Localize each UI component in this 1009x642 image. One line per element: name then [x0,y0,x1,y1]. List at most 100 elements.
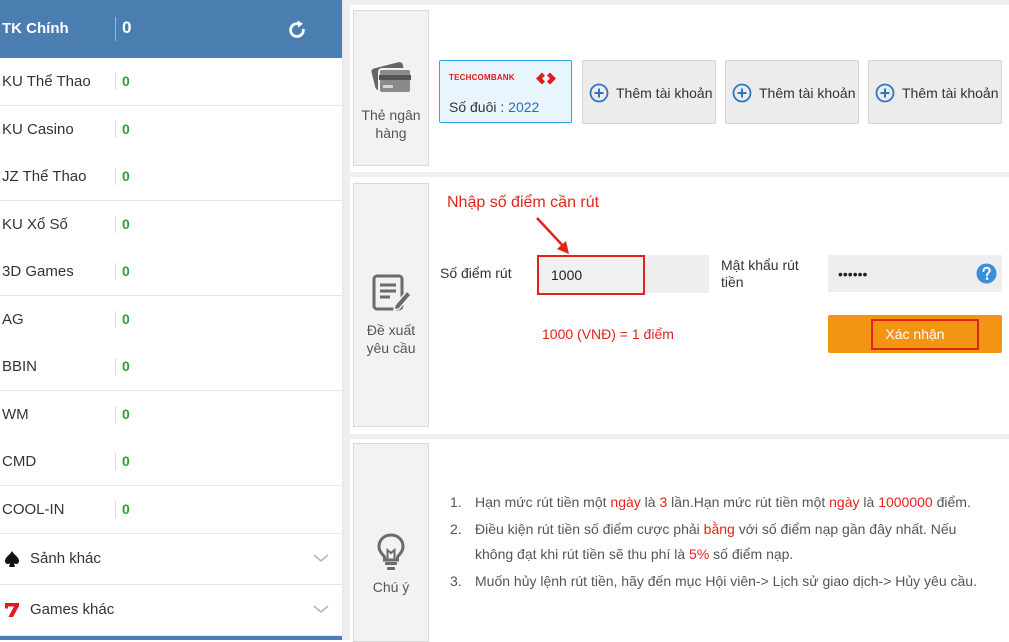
notes-section-header: Chú ý [353,443,429,642]
sidebar-item-jz-the-thao[interactable]: JZ Thể Thao 0 [0,153,342,201]
bank-section-label-2: hàng [375,125,407,141]
bank-suffix-label: Số đuôi : [449,99,505,115]
add-account-label: Thêm tài khoản [759,85,856,101]
account-balance: 0 [122,453,130,469]
account-name: 3D Games [2,263,74,280]
note-item: 3. Muốn hủy lệnh rút tiền, hãy đến mục Hộ… [450,569,990,594]
chevron-down-icon[interactable] [312,552,330,564]
note-number: 1. [450,494,462,510]
divider [115,501,116,518]
note-text: Điều kiện rút tiền số điểm cược phải [475,521,704,537]
sidebar-item-ag[interactable]: AG 0 [0,296,342,344]
note-text: điểm. [932,494,971,510]
sidebar-item-ku-the-thao[interactable]: KU Thể Thao 0 [0,58,342,106]
bank-suffix-value: 2022 [508,99,540,115]
account-name: KU Xổ Số [2,216,68,233]
divider [115,216,116,233]
account-balance: 0 [122,311,130,327]
withdraw-hint-annotation: Nhập số điểm cần rút [447,194,600,211]
bank-card-techcombank[interactable]: TECHCOMBANK Số đuôi : 2022 [439,60,572,123]
sidebar-item-ku-casino[interactable]: KU Casino 0 [0,106,342,154]
account-name: KU Casino [2,121,74,138]
note-item: 1. Hạn mức rút tiền một ngày là 3 lần.Hạn… [450,490,990,515]
refresh-icon[interactable] [286,19,308,41]
account-name: JZ Thể Thao [2,168,87,185]
sidebar-item-wm[interactable]: WM 0 [0,391,342,439]
notes-list: 1. Hạn mức rút tiền một ngày là 3 lần.Hạn… [450,490,990,596]
password-label-line-1: Mật khẩu rút [721,257,799,273]
account-balance: 0 [122,501,130,517]
account-balance: 0 [122,358,130,374]
sidebar-bottom-bar [0,636,342,640]
lucky-seven-icon [5,603,19,617]
sidebar-item-ku-xo-so[interactable]: KU Xổ Số 0 [0,201,342,249]
bank-card-icon [371,62,412,94]
help-icon[interactable] [976,263,997,284]
password-field [828,255,1002,292]
sidebar-group-games-khac[interactable]: Games khác [0,585,342,636]
add-circle-icon [589,83,609,103]
add-account-button-3[interactable]: Thêm tài khoản [868,60,1002,124]
divider [115,311,116,328]
sidebar-item-bbin[interactable]: BBIN 0 [0,343,342,391]
bank-card-section-header: Thẻ ngân hàng [353,10,429,166]
password-input[interactable] [828,255,978,292]
group-label: Sảnh khác [30,550,101,567]
account-balance: 0 [122,121,130,137]
note-item: 2. Điều kiện rút tiền số điểm cược phải b… [450,517,990,567]
amount-input[interactable] [537,255,645,295]
account-name: CMD [2,453,37,470]
note-text: Muốn hủy lệnh rút tiền, hãy đến mục Hội … [475,573,977,589]
sidebar: TK Chính 0 KU Thể Thao 0 KU Casino 0 JZ … [0,0,343,640]
sidebar-item-3d-games[interactable]: 3D Games 0 [0,248,342,296]
account-name: BBIN [2,358,38,375]
chevron-down-icon[interactable] [312,603,330,615]
confirm-button[interactable]: Xác nhận [828,315,1002,353]
group-label: Games khác [30,601,115,618]
add-account-label: Thêm tài khoản [902,85,999,101]
main-account-balance: 0 [122,18,132,37]
main-account-row[interactable]: TK Chính 0 [0,0,342,58]
account-name: COOL-IN [2,501,65,518]
withdraw-request-panel: Đề xuất yêu cầu [350,177,1009,434]
withdraw-section-header: Đề xuất yêu cầu [353,183,429,427]
account-balance: 0 [122,168,130,184]
bank-name: TECHCOMBANK [449,73,515,82]
account-balance: 0 [122,263,130,279]
add-account-button-2[interactable]: Thêm tài khoản [725,60,859,124]
withdraw-section-label-1: Đề xuất [366,322,416,338]
add-circle-icon [732,83,752,103]
sidebar-group-sanh-khac[interactable]: Sảnh khác [0,534,342,585]
main-content: Thẻ ngân hàng TECHCOMBANK Số đuôi : 2022… [343,0,1009,642]
add-circle-icon [875,83,895,103]
password-label-line-2: tiền [721,274,744,290]
divider [115,168,116,185]
sidebar-item-cmd[interactable]: CMD 0 [0,438,342,486]
note-text: là [640,494,660,510]
bank-card-panel: Thẻ ngân hàng TECHCOMBANK Số đuôi : 2022… [350,5,1009,172]
bank-section-label-1: Thẻ ngân [361,107,421,123]
note-highlight: ngày [610,494,641,510]
note-text: lần.Hạn mức rút tiền một [667,494,830,510]
amount-label: Số điểm rút [440,265,512,281]
sidebar-item-cool-in[interactable]: COOL-IN 0 [0,486,342,534]
account-name: WM [2,406,29,423]
note-highlight: bằng [703,521,735,537]
edit-document-icon [372,274,413,311]
divider [115,263,116,280]
account-name: AG [2,311,24,328]
account-name: KU Thể Thao [2,73,91,90]
withdraw-section-label-2: yêu cầu [366,340,416,356]
add-account-button-1[interactable]: Thêm tài khoản [582,60,716,124]
note-text: Hạn mức rút tiền một [475,494,611,510]
account-balance: 0 [122,216,130,232]
add-account-label: Thêm tài khoản [616,85,713,101]
divider [115,453,116,470]
divider [115,121,116,138]
note-number: 3. [450,573,462,589]
divider [115,406,116,423]
bank-suffix: Số đuôi : 2022 [449,99,539,115]
amount-field [537,255,709,295]
divider [115,358,116,375]
techcombank-mark-icon [536,72,556,85]
